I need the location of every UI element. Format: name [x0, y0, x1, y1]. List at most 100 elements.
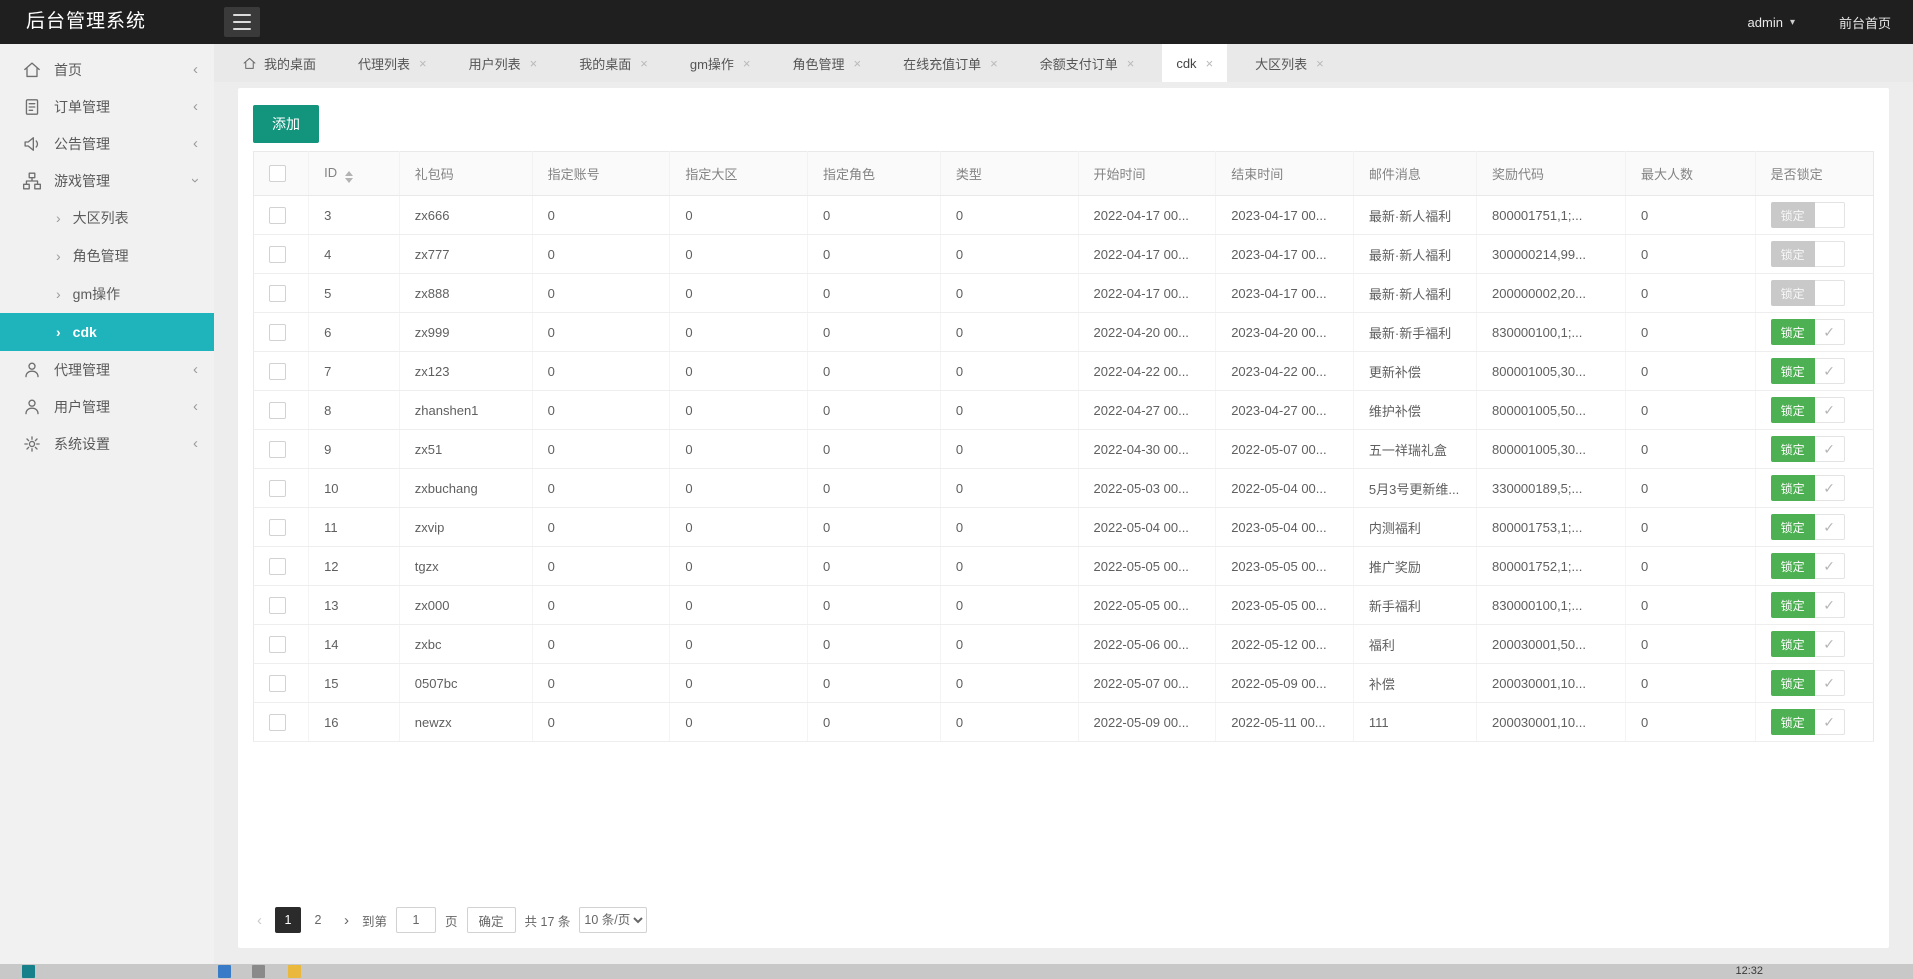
close-icon[interactable]: × [1316, 57, 1324, 70]
sidebar-item-订单管理[interactable]: 订单管理‹ [0, 88, 214, 125]
table-row: 13zx00000002022-05-05 00...2023-05-05 00… [254, 586, 1874, 625]
lock-toggle[interactable]: 锁定✓ [1771, 397, 1845, 423]
row-checkbox[interactable] [269, 246, 286, 263]
top-header-bar: 后台管理系统 admin ▾ 前台首页 [0, 0, 1913, 44]
row-checkbox[interactable] [269, 324, 286, 341]
order-icon [22, 97, 42, 117]
user-menu[interactable]: admin ▾ [1748, 15, 1795, 30]
tab-我的桌面[interactable]: 我的桌面 [228, 44, 330, 82]
close-icon[interactable]: × [990, 57, 998, 70]
row-checkbox[interactable] [269, 207, 286, 224]
explorer-icon[interactable] [252, 965, 265, 978]
lock-toggle[interactable]: 锁定 [1771, 241, 1845, 267]
tab-gm操作[interactable]: gm操作× [676, 44, 765, 82]
tab-cdk[interactable]: cdk× [1162, 44, 1227, 82]
cell-mail: 补偿 [1353, 664, 1476, 703]
lock-toggle[interactable]: 锁定✓ [1771, 709, 1845, 735]
row-checkbox[interactable] [269, 285, 286, 302]
lock-toggle[interactable]: 锁定✓ [1771, 631, 1845, 657]
tab-我的桌面[interactable]: 我的桌面× [565, 44, 662, 82]
hamburger-menu-button[interactable] [224, 7, 260, 37]
close-icon[interactable]: × [1206, 57, 1214, 70]
sidebar-item-首页[interactable]: 首页‹ [0, 51, 214, 88]
cell-reward: 800001005,50... [1477, 391, 1626, 430]
row-checkbox[interactable] [269, 636, 286, 653]
select-all-checkbox[interactable] [269, 165, 286, 182]
row-checkbox[interactable] [269, 402, 286, 419]
row-checkbox[interactable] [269, 441, 286, 458]
row-checkbox[interactable] [269, 597, 286, 614]
cell-max: 0 [1626, 664, 1756, 703]
lock-toggle[interactable]: 锁定✓ [1771, 358, 1845, 384]
tab-代理列表[interactable]: 代理列表× [344, 44, 441, 82]
lock-toggle[interactable]: 锁定✓ [1771, 319, 1845, 345]
close-icon[interactable]: × [640, 57, 648, 70]
cell-type: 0 [940, 430, 1078, 469]
cell-id: 14 [309, 625, 400, 664]
lock-toggle[interactable]: 锁定✓ [1771, 514, 1845, 540]
page-size-select[interactable]: 10 条/页 [579, 907, 647, 933]
frontend-home-link[interactable]: 前台首页 [1839, 13, 1891, 32]
notes-icon[interactable] [288, 965, 301, 978]
sidebar-subitem-gm操作[interactable]: ›gm操作 [0, 275, 214, 313]
sidebar-item-系统设置[interactable]: 系统设置‹ [0, 425, 214, 462]
lock-toggle[interactable]: 锁定✓ [1771, 592, 1845, 618]
row-checkbox[interactable] [269, 558, 286, 575]
row-checkbox[interactable] [269, 519, 286, 536]
close-icon[interactable]: × [854, 57, 862, 70]
lock-toggle[interactable]: 锁定✓ [1771, 670, 1845, 696]
row-checkbox[interactable] [269, 714, 286, 731]
start-icon[interactable] [22, 965, 35, 978]
cell-region: 0 [670, 469, 808, 508]
next-page-icon[interactable]: › [340, 912, 353, 929]
goto-page-input[interactable] [396, 907, 436, 933]
tab-余额支付订单[interactable]: 余额支付订单× [1026, 44, 1149, 82]
page-number-1[interactable]: 1 [275, 907, 301, 933]
row-checkbox[interactable] [269, 675, 286, 692]
row-checkbox[interactable] [269, 363, 286, 380]
cell-role: 0 [808, 664, 941, 703]
sidebar-item-用户管理[interactable]: 用户管理‹ [0, 388, 214, 425]
close-icon[interactable]: × [743, 57, 751, 70]
tab-在线充值订单[interactable]: 在线充值订单× [889, 44, 1012, 82]
cell-code: zx000 [399, 586, 532, 625]
lock-toggle[interactable]: 锁定✓ [1771, 436, 1845, 462]
goto-confirm-button[interactable]: 确定 [467, 907, 516, 933]
agent-icon [22, 360, 42, 380]
page-number-2[interactable]: 2 [305, 907, 331, 933]
tab-用户列表[interactable]: 用户列表 × [455, 44, 552, 82]
sidebar-subitem-大区列表[interactable]: ›大区列表 [0, 199, 214, 237]
announcement-icon [22, 134, 42, 154]
sort-icon[interactable] [345, 171, 353, 183]
lock-toggle[interactable]: 锁定 [1771, 280, 1845, 306]
tab-label: 用户列表 [469, 54, 521, 73]
cell-type: 0 [940, 508, 1078, 547]
sidebar-subitem-cdk[interactable]: ›cdk [0, 313, 214, 351]
close-icon[interactable]: × [419, 57, 427, 70]
tab-label: 我的桌面 [264, 54, 316, 73]
cell-end: 2023-04-27 00... [1216, 391, 1354, 430]
cell-account: 0 [532, 586, 670, 625]
lock-toggle[interactable]: 锁定✓ [1771, 553, 1845, 579]
app-title: 后台管理系统 [26, 0, 146, 44]
lock-label: 锁定 [1771, 709, 1815, 735]
sidebar-item-label: 游戏管理 [54, 171, 110, 191]
sidebar: 首页‹订单管理‹公告管理‹游戏管理››大区列表›角色管理›gm操作›cdk代理管… [0, 44, 214, 964]
browser-icon[interactable] [218, 965, 231, 978]
row-checkbox[interactable] [269, 480, 286, 497]
sidebar-item-游戏管理[interactable]: 游戏管理› [0, 162, 214, 199]
add-button[interactable]: 添加 [253, 105, 319, 143]
sidebar-item-公告管理[interactable]: 公告管理‹ [0, 125, 214, 162]
lock-label: 锁定 [1771, 631, 1815, 657]
lock-toggle[interactable]: 锁定 [1771, 202, 1845, 228]
close-icon[interactable]: × [1127, 57, 1135, 70]
cell-account: 0 [532, 664, 670, 703]
tab-大区列表[interactable]: 大区列表× [1241, 44, 1338, 82]
close-icon[interactable]: × [530, 57, 538, 70]
prev-page-icon[interactable]: ‹ [253, 912, 266, 929]
sidebar-subitem-角色管理[interactable]: ›角色管理 [0, 237, 214, 275]
lock-toggle[interactable]: 锁定✓ [1771, 475, 1845, 501]
tab-角色管理[interactable]: 角色管理× [779, 44, 876, 82]
chevron-right-icon: › [56, 324, 61, 340]
sidebar-item-代理管理[interactable]: 代理管理‹ [0, 351, 214, 388]
